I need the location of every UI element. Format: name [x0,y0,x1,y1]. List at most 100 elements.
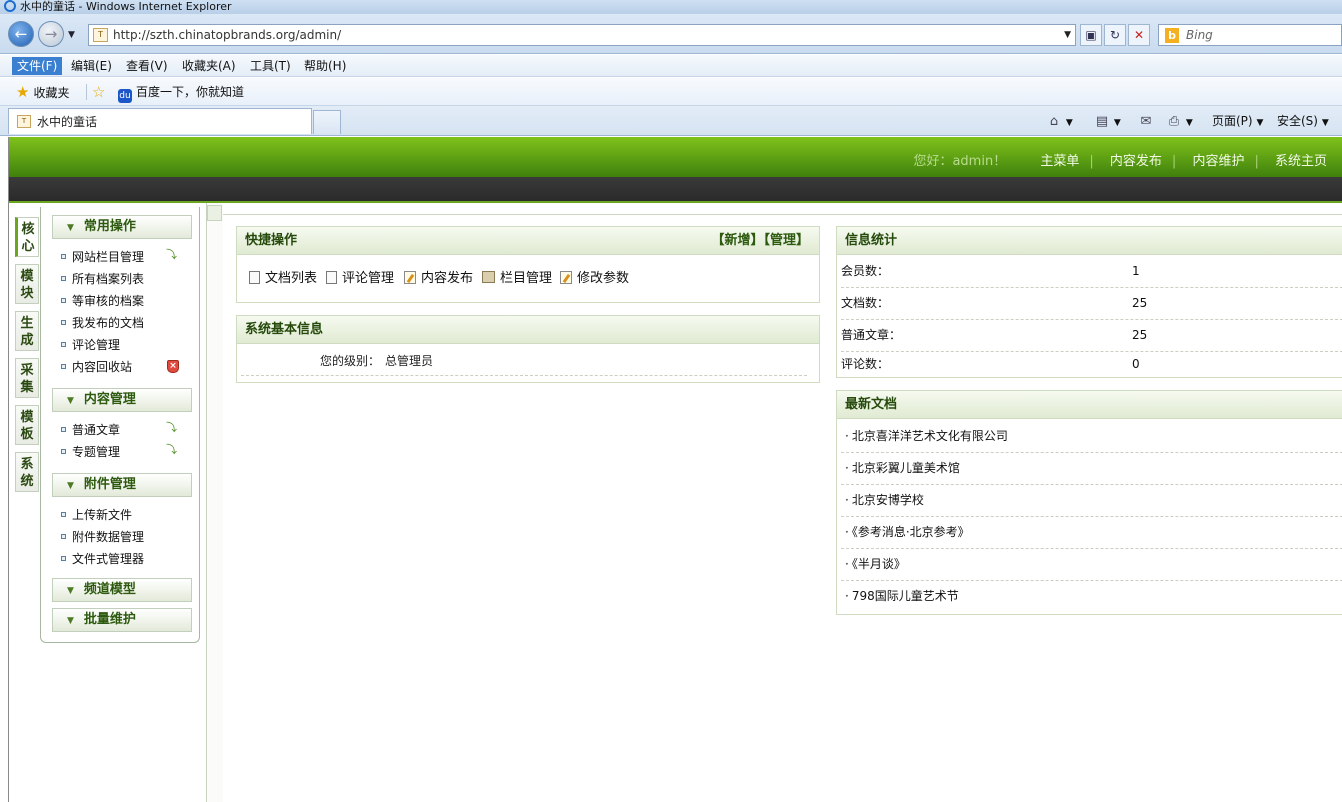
menu-link-label: 上传新文件 [72,508,133,522]
add-manage-links[interactable]: 【新增】【管理】 [711,227,809,254]
header-dark-bar [9,177,1342,203]
menu-link-file-manager[interactable]: 文件式管理器 [61,551,144,567]
home-button[interactable]: ⌂ ▼ [1046,112,1073,132]
address-dropdown-icon[interactable]: ▼ [1064,30,1071,40]
feeds-button[interactable]: ▤ ▼ [1094,112,1121,132]
chevron-down-icon: ▼ [67,586,74,596]
home-dropdown-icon[interactable]: ▼ [1066,118,1073,128]
home-icon: ⌂ [1049,114,1059,129]
window-title: 水中的童话 - Windows Internet Explorer [20,0,232,13]
safety-dropdown-icon: ▼ [1321,118,1329,128]
menu-link-topics[interactable]: 专题管理 [61,444,120,460]
side-tab-collect[interactable]: 采 集 [15,358,39,398]
menu-tools[interactable]: 工具(T) [245,57,296,75]
menu-favorites[interactable]: 收藏夹(A) [177,57,241,75]
browser-tab-active[interactable]: T 水中的童话 [8,108,312,134]
menu-link-channel-manage[interactable]: 网站栏目管理 [61,249,144,265]
trash-icon[interactable]: × [167,360,179,373]
menu-link-my-docs[interactable]: 我发布的文档 [61,315,144,331]
menu-group-content[interactable]: ▼ 内容管理 [52,388,192,412]
menu-group-attachments[interactable]: ▼ 附件管理 [52,473,192,497]
menu-link-upload[interactable]: 上传新文件 [61,507,132,523]
main-divider [223,214,1342,215]
feeds-dropdown-icon[interactable]: ▼ [1114,118,1121,128]
page-menu[interactable]: 页面(P) ▼ [1212,112,1263,132]
panel-title: 信息统计 [845,233,898,248]
menu-link-all-archives[interactable]: 所有档案列表 [61,271,144,287]
latest-doc-link[interactable]: · 《半月谈》 [841,549,1342,581]
stop-icon[interactable]: ✕ [1128,24,1150,46]
nav-main-menu[interactable]: 主菜单 [1040,154,1079,169]
folder-manage-icon [482,271,495,283]
menu-group-batch[interactable]: ▼ 批量维护 [52,608,192,632]
stat-label: 会员数： [841,264,890,278]
side-tab-template[interactable]: 模 板 [15,405,39,445]
chevron-down-icon: ▼ [67,481,74,491]
add-icon[interactable]: ⤵ [166,444,178,456]
favorites-button[interactable]: ★ 收藏夹 [16,83,69,102]
bullet-dot: · [845,461,849,475]
latest-doc-link[interactable]: · 北京安博学校 [841,485,1342,517]
history-dropdown-icon[interactable]: ▼ [68,30,75,40]
print-button[interactable]: ⎙ ▼ [1166,112,1193,132]
nav-separator: | [1089,154,1094,169]
print-dropdown-icon[interactable]: ▼ [1186,118,1193,128]
add-favorite-icon: ☆ [92,83,106,101]
mail-button[interactable]: ✉ [1138,112,1154,130]
collapse-sidebar-button[interactable] [207,205,222,221]
latest-doc-link[interactable]: · 798国际儿童艺术节 [841,581,1342,613]
latest-doc-link[interactable]: · 北京喜洋洋艺术文化有限公司 [841,421,1342,453]
menu-file[interactable]: 文件(F) [12,57,63,75]
sidebar-splitter[interactable] [206,203,223,802]
new-tab-button[interactable] [313,110,341,134]
address-toolbar: ← → ▼ T http://szth.chinatopbrands.org/a… [0,14,1342,54]
menu-link-recycle-bin[interactable]: 内容回收站 [61,359,132,375]
back-button[interactable]: ← [8,21,34,47]
side-tab-generate[interactable]: 生 成 [15,311,39,351]
side-tab-core[interactable]: 核 心 [15,217,39,257]
qa-settings[interactable]: 修改参数 [560,271,629,287]
nav-content-maintain[interactable]: 内容维护 [1192,154,1244,169]
menu-group-common[interactable]: ▼ 常用操作 [52,215,192,239]
nav-system-home[interactable]: 系统主页 [1275,154,1327,169]
address-url[interactable]: http://szth.chinatopbrands.org/admin/ [113,28,341,42]
bullet-icon [61,342,66,347]
menu-link-attachment-data[interactable]: 附件数据管理 [61,529,144,545]
safety-menu[interactable]: 安全(S) ▼ [1277,112,1329,132]
menu-group-title: 常用操作 [83,219,136,234]
qa-channel-manage[interactable]: 栏目管理 [482,271,552,287]
menu-link-label: 文件式管理器 [72,552,145,566]
qa-comments[interactable]: 评论管理 [326,271,394,287]
side-tab-system[interactable]: 系 统 [15,452,39,492]
menu-group-channel-model[interactable]: ▼ 频道模型 [52,578,192,602]
menu-help[interactable]: 帮助(H) [299,57,351,75]
side-tab-module[interactable]: 模 块 [15,264,39,304]
add-icon[interactable]: ⤵ [166,249,178,261]
menu-edit[interactable]: 编辑(E) [66,57,117,75]
qa-label: 修改参数 [577,271,630,286]
add-favorite-button[interactable]: ☆ [92,83,109,102]
panel-header: 最新文档 [837,391,1342,419]
latest-doc-link[interactable]: · 北京彩翼儿童美术馆 [841,453,1342,485]
latest-doc-link[interactable]: · 《参考消息·北京参考》 [841,517,1342,549]
bullet-icon [61,364,66,369]
address-input[interactable]: T http://szth.chinatopbrands.org/admin/ … [88,24,1076,46]
menu-link-articles[interactable]: 普通文章 [61,422,120,438]
qa-label: 栏目管理 [500,271,553,286]
menu-group-title: 批量维护 [83,612,136,627]
compatibility-view-icon[interactable]: ▣ [1080,24,1102,46]
search-input[interactable]: b Bing [1158,24,1342,46]
favorite-link-baidu[interactable]: du 百度一下，你就知道 [118,83,244,103]
menu-link-comments[interactable]: 评论管理 [61,337,120,353]
level-row: 您的级别： 总管理员 [241,346,807,376]
add-icon[interactable]: ⤵ [166,422,178,434]
forward-button[interactable]: → [38,21,64,47]
menu-view[interactable]: 查看(V) [121,57,173,75]
bullet-dot: · [845,493,849,507]
menu-link-pending-archives[interactable]: 等审核的档案 [61,293,144,309]
refresh-icon[interactable]: ↻ [1104,24,1126,46]
qa-publish[interactable]: 内容发布 [404,271,473,287]
nav-content-publish[interactable]: 内容发布 [1110,154,1162,169]
tab-bar: T 水中的童话 ⌂ ▼ ▤ ▼ ✉ ⎙ ▼ 页面(P) ▼ 安全(S) ▼ [0,106,1342,136]
qa-doc-list[interactable]: 文档列表 [249,271,317,287]
